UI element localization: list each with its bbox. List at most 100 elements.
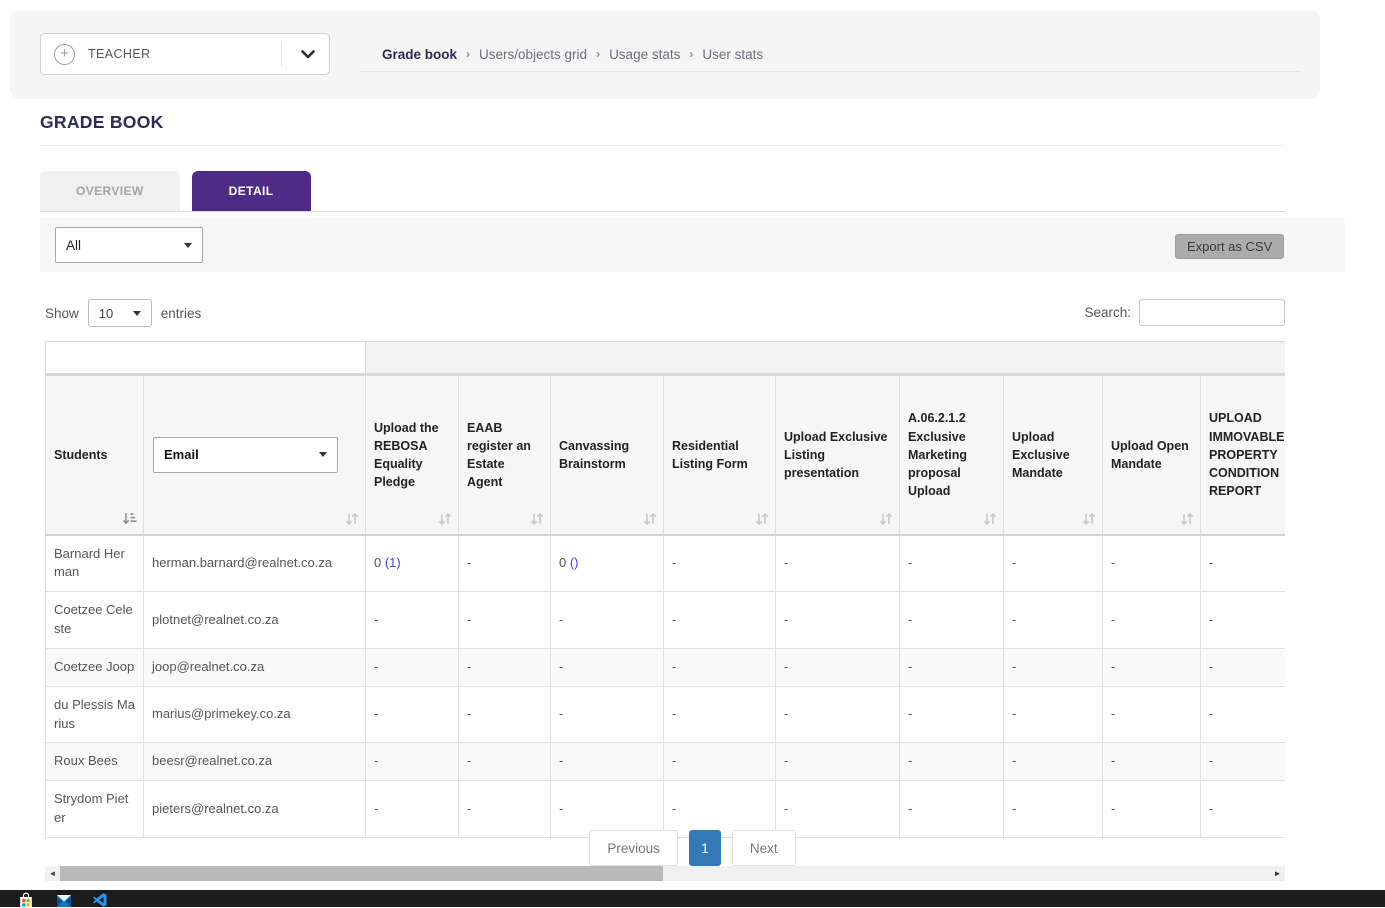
- score-cell: -: [776, 648, 900, 686]
- chevron-down-icon[interactable]: [301, 50, 315, 59]
- column-header-activity[interactable]: Canvassing Brainstorm: [551, 375, 664, 535]
- page-title: GRADE BOOK: [40, 112, 164, 133]
- score-cell: -: [664, 535, 776, 592]
- scroll-left-icon[interactable]: ◄: [45, 866, 60, 881]
- activity-column-label: EAAB register an Estate Agent: [467, 419, 542, 492]
- show-label: Show: [45, 306, 79, 321]
- score-cell: -: [1004, 743, 1103, 781]
- score-cell: -: [900, 535, 1004, 592]
- score-cell: -: [900, 592, 1004, 649]
- breadcrumb-separator: ›: [466, 47, 470, 61]
- group-filter-value: All: [66, 238, 81, 253]
- score-detail-link[interactable]: (): [570, 555, 579, 570]
- score-cell: -: [459, 535, 551, 592]
- score-cell: -: [1103, 743, 1201, 781]
- tab-detail[interactable]: DETAIL: [192, 171, 311, 211]
- column-header-activity[interactable]: Upload Open Mandate: [1103, 375, 1201, 535]
- score-cell: -: [1201, 648, 1286, 686]
- page-size-select[interactable]: 10: [88, 299, 152, 327]
- score-cell: -: [900, 686, 1004, 743]
- breadcrumb-item[interactable]: User stats: [702, 47, 763, 62]
- caret-down-icon: [133, 311, 141, 316]
- score-cell: -: [366, 781, 459, 838]
- scroll-right-icon[interactable]: ►: [1270, 866, 1285, 881]
- score-cell: -: [366, 743, 459, 781]
- score-cell: -: [1004, 535, 1103, 592]
- score-cell: -: [459, 686, 551, 743]
- role-selector-divider: [281, 41, 282, 67]
- search-input[interactable]: [1139, 299, 1285, 326]
- column-header-activity[interactable]: UPLOAD IMMOVABLE PROPERTY CONDITION REPO…: [1201, 375, 1286, 535]
- score-value: 0: [374, 555, 385, 570]
- table-row: Roux Beesbeesr@realnet.co.za---------: [46, 743, 1286, 781]
- sort-icon: [755, 513, 769, 525]
- breadcrumb-item[interactable]: Users/objects grid: [479, 47, 587, 62]
- horizontal-scrollbar[interactable]: ◄ ►: [45, 866, 1285, 881]
- vscode-icon[interactable]: [92, 892, 108, 908]
- student-email-cell: joop@realnet.co.za: [144, 648, 366, 686]
- column-header-activity[interactable]: Upload Exclusive Listing presentation: [776, 375, 900, 535]
- column-header-students[interactable]: Students: [46, 375, 144, 535]
- table-row: Coetzee Joopjoop@realnet.co.za---------: [46, 648, 1286, 686]
- column-header-activity[interactable]: Upload the REBOSA Equality Pledge: [366, 375, 459, 535]
- sort-icon: [345, 513, 359, 525]
- score-cell: 0 (1): [366, 535, 459, 592]
- score-cell: -: [1004, 686, 1103, 743]
- tab-overview[interactable]: OVERVIEW: [40, 171, 180, 211]
- students-column-label: Students: [54, 446, 135, 464]
- column-header-activity[interactable]: Residential Listing Form: [664, 375, 776, 535]
- score-cell: -: [1201, 535, 1286, 592]
- score-cell: -: [459, 781, 551, 838]
- breadcrumb-separator: ›: [596, 47, 600, 61]
- table-row: Barnard Hermanherman.barnard@realnet.co.…: [46, 535, 1286, 592]
- role-selector[interactable]: + TEACHER: [40, 33, 330, 75]
- column-header-email[interactable]: Email: [144, 375, 366, 535]
- pagination: Previous 1 Next: [0, 830, 1385, 866]
- title-divider: [40, 145, 1285, 146]
- score-cell: -: [1103, 686, 1201, 743]
- score-cell: -: [1201, 686, 1286, 743]
- score-detail-link[interactable]: (1): [385, 555, 401, 570]
- page-size-control: Show 10 entries: [45, 299, 201, 327]
- activity-column-label: Residential Listing Form: [672, 437, 767, 473]
- score-cell: -: [551, 781, 664, 838]
- breadcrumb-item[interactable]: Usage stats: [609, 47, 680, 62]
- score-cell: -: [1103, 648, 1201, 686]
- score-cell: -: [459, 743, 551, 781]
- page-size-value: 10: [99, 306, 113, 321]
- score-cell: -: [366, 648, 459, 686]
- activity-column-label: Upload Exclusive Mandate: [1012, 428, 1094, 482]
- sort-icon: [530, 513, 544, 525]
- scrollbar-thumb[interactable]: [60, 866, 663, 881]
- column-header-activity[interactable]: A.06.2.1.2 Exclusive Marketing proposal …: [900, 375, 1004, 535]
- entries-label: entries: [161, 306, 202, 321]
- email-column-select[interactable]: Email: [153, 437, 338, 473]
- score-cell: -: [551, 648, 664, 686]
- score-cell: -: [664, 743, 776, 781]
- microsoft-store-icon[interactable]: [18, 892, 34, 908]
- breadcrumb-item: Grade book: [382, 47, 457, 62]
- activity-column-label: UPLOAD IMMOVABLE PROPERTY CONDITION REPO…: [1209, 409, 1285, 500]
- page-1-button[interactable]: 1: [689, 830, 721, 866]
- search-label: Search:: [1084, 305, 1131, 320]
- score-cell: -: [1004, 648, 1103, 686]
- top-header-band: + TEACHER Grade book › Users/objects grid ›…: [10, 10, 1320, 99]
- activity-column-label: Upload Exclusive Listing presentation: [784, 428, 891, 482]
- score-cell: -: [1201, 743, 1286, 781]
- score-cell: -: [551, 743, 664, 781]
- group-header-row: [46, 342, 1286, 375]
- score-cell: -: [664, 592, 776, 649]
- tab-bar: OVERVIEW DETAIL: [40, 171, 311, 211]
- breadcrumb-separator: ›: [689, 47, 693, 61]
- export-csv-button[interactable]: Export as CSV: [1175, 234, 1284, 259]
- role-selector-value: TEACHER: [88, 47, 151, 61]
- windows-taskbar: [0, 890, 1385, 907]
- next-page-button[interactable]: Next: [732, 830, 796, 866]
- previous-page-button[interactable]: Previous: [589, 830, 678, 866]
- column-header-activity[interactable]: EAAB register an Estate Agent: [459, 375, 551, 535]
- column-header-activity[interactable]: Upload Exclusive Mandate: [1004, 375, 1103, 535]
- sort-icon: [983, 513, 997, 525]
- group-filter-select[interactable]: All: [55, 227, 203, 263]
- score-cell: -: [776, 781, 900, 838]
- mail-icon[interactable]: [56, 892, 72, 908]
